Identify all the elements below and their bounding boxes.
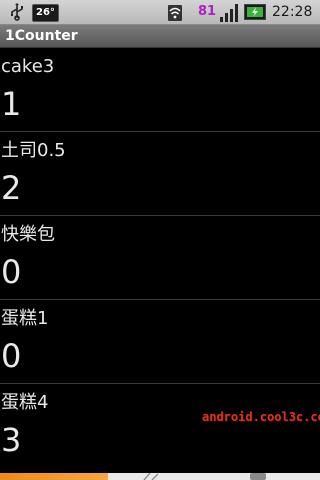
counter-name: 土司0.5 xyxy=(1,140,66,161)
counter-name: cake3 xyxy=(1,56,55,77)
counter-item[interactable]: cake3 1 xyxy=(0,48,320,132)
signal-strength-number: 81 xyxy=(198,4,217,19)
signal-icon xyxy=(220,4,238,22)
bottom-tab-icon[interactable] xyxy=(140,473,168,480)
watermark: android.cool3c.com xyxy=(202,410,320,424)
counter-name: 蛋糕1 xyxy=(1,308,49,329)
app-screen: 26° 81 22:28 1Counter cake3 1 土司0.5 2 快樂… xyxy=(0,0,320,480)
usb-icon xyxy=(11,3,23,21)
clock: 22:28 xyxy=(272,4,313,20)
counter-item[interactable]: 蛋糕1 0 xyxy=(0,300,320,384)
counter-value: 1 xyxy=(1,85,22,123)
counter-item[interactable]: 蛋糕4 3 xyxy=(0,384,320,468)
battery-temperature-badge: 26° xyxy=(32,4,59,22)
counter-value: 3 xyxy=(1,421,22,459)
counter-name: 快樂包 xyxy=(1,224,55,245)
wifi-icon xyxy=(168,5,182,21)
app-title: 1Counter xyxy=(5,28,78,44)
bottom-tab-active[interactable] xyxy=(0,473,108,480)
bottom-tab-strip xyxy=(0,473,320,480)
counter-value: 0 xyxy=(1,337,22,375)
counter-value: 2 xyxy=(1,169,22,207)
charging-icon xyxy=(244,4,266,20)
counter-item[interactable]: 土司0.5 2 xyxy=(0,132,320,216)
status-bar: 26° 81 22:28 xyxy=(0,0,320,25)
title-bar: 1Counter xyxy=(0,25,320,48)
counter-item[interactable]: 快樂包 0 xyxy=(0,216,320,300)
bottom-tab-icon[interactable] xyxy=(246,473,274,480)
counter-list: cake3 1 土司0.5 2 快樂包 0 蛋糕1 0 蛋糕4 3 xyxy=(0,48,320,468)
counter-value: 0 xyxy=(1,253,22,291)
counter-name: 蛋糕4 xyxy=(1,392,49,413)
